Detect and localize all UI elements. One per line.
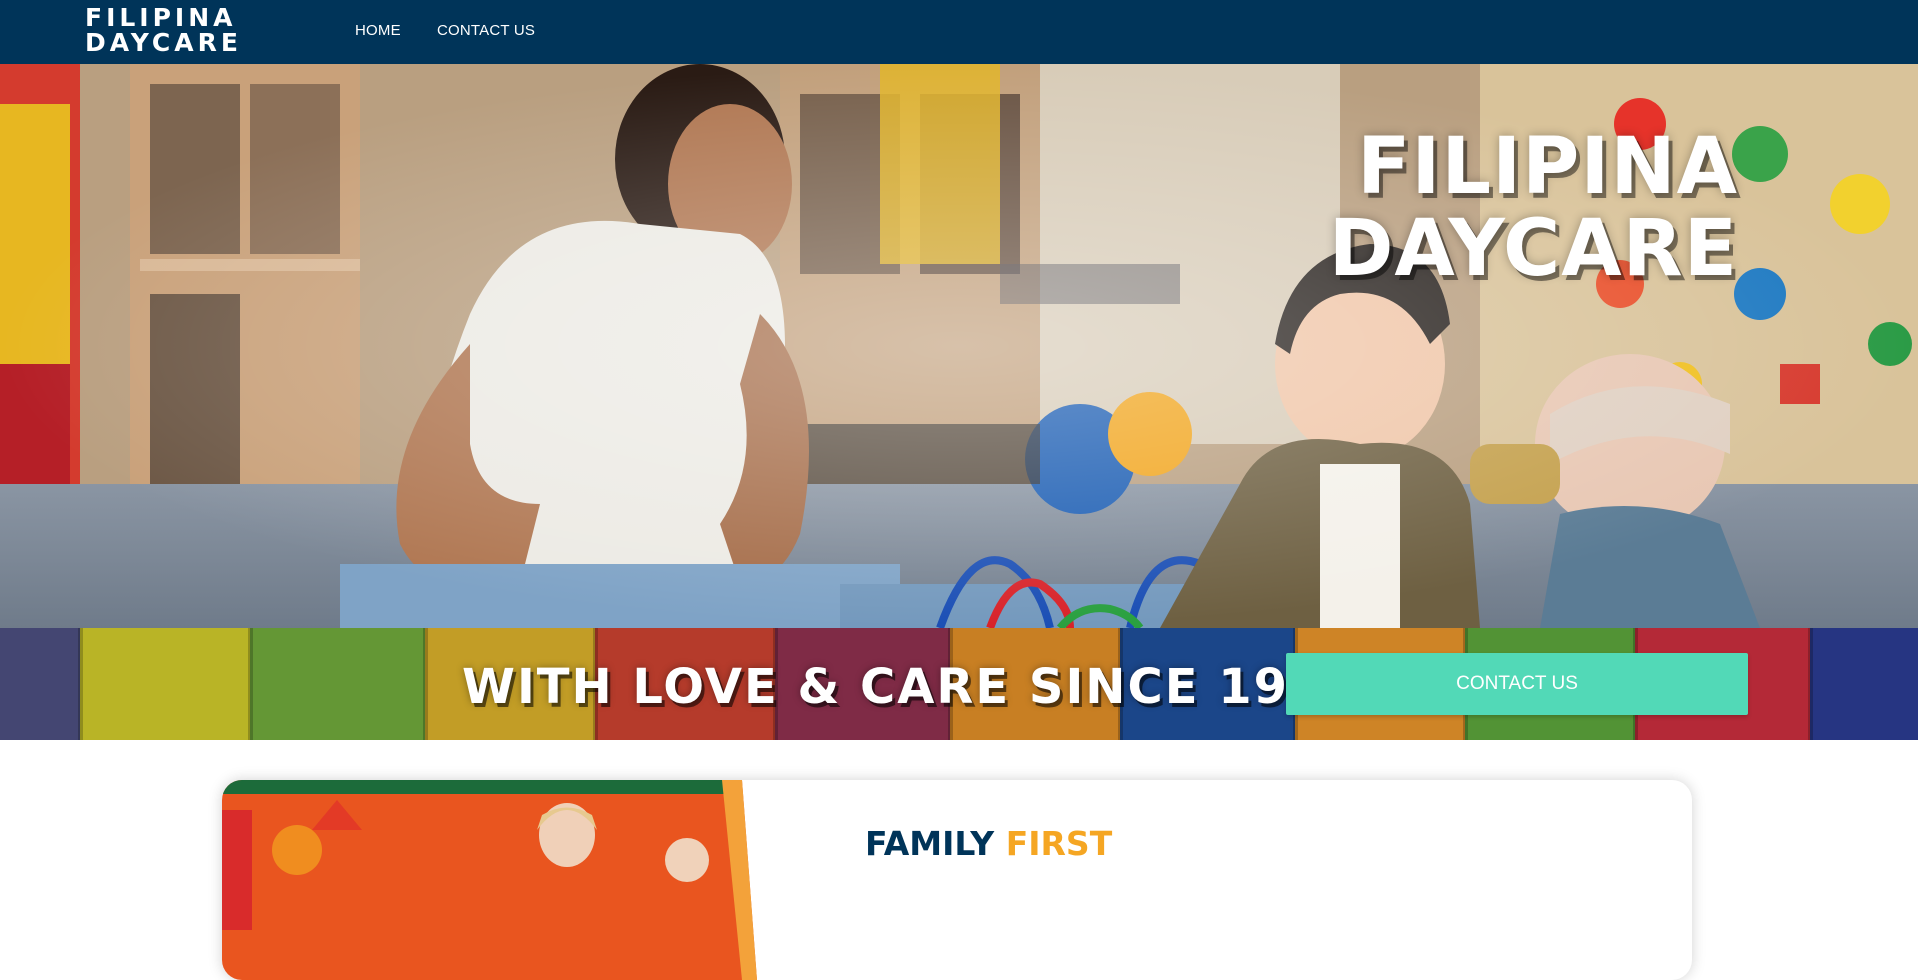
nav-link-contact-us[interactable]: CONTACT US xyxy=(437,21,535,41)
family-first-card: FAMILY FIRST xyxy=(222,780,1692,980)
card-heading: FAMILY FIRST xyxy=(865,824,1112,864)
logo-line-2: DAYCARE xyxy=(85,28,242,57)
site-logo[interactable]: FILIPINA DAYCARE xyxy=(85,3,242,57)
nav-link-home[interactable]: HOME xyxy=(355,21,401,41)
card-heading-family: FAMILY xyxy=(865,824,995,863)
card-photo-children-playing xyxy=(222,780,762,980)
hero-title-line-1: FILIPINA xyxy=(1357,122,1738,212)
contact-us-button[interactable]: CONTACT US xyxy=(1286,653,1748,715)
top-nav-bar: FILIPINA DAYCARE HOME CONTACT US xyxy=(0,0,1918,64)
hero-title: FILIPINA DAYCARE xyxy=(1318,126,1738,290)
hero-section: FILIPINA DAYCARE xyxy=(0,64,1918,628)
card-heading-first: FIRST xyxy=(1005,824,1113,863)
tagline-text: WITH LOVE & CARE SINCE 1995 xyxy=(462,659,1360,715)
tagline-band: WITH LOVE & CARE SINCE 1995 CONTACT US xyxy=(0,628,1918,740)
logo-line-1: FILIPINA xyxy=(85,3,237,32)
hero-title-line-2: DAYCARE xyxy=(1328,204,1738,294)
